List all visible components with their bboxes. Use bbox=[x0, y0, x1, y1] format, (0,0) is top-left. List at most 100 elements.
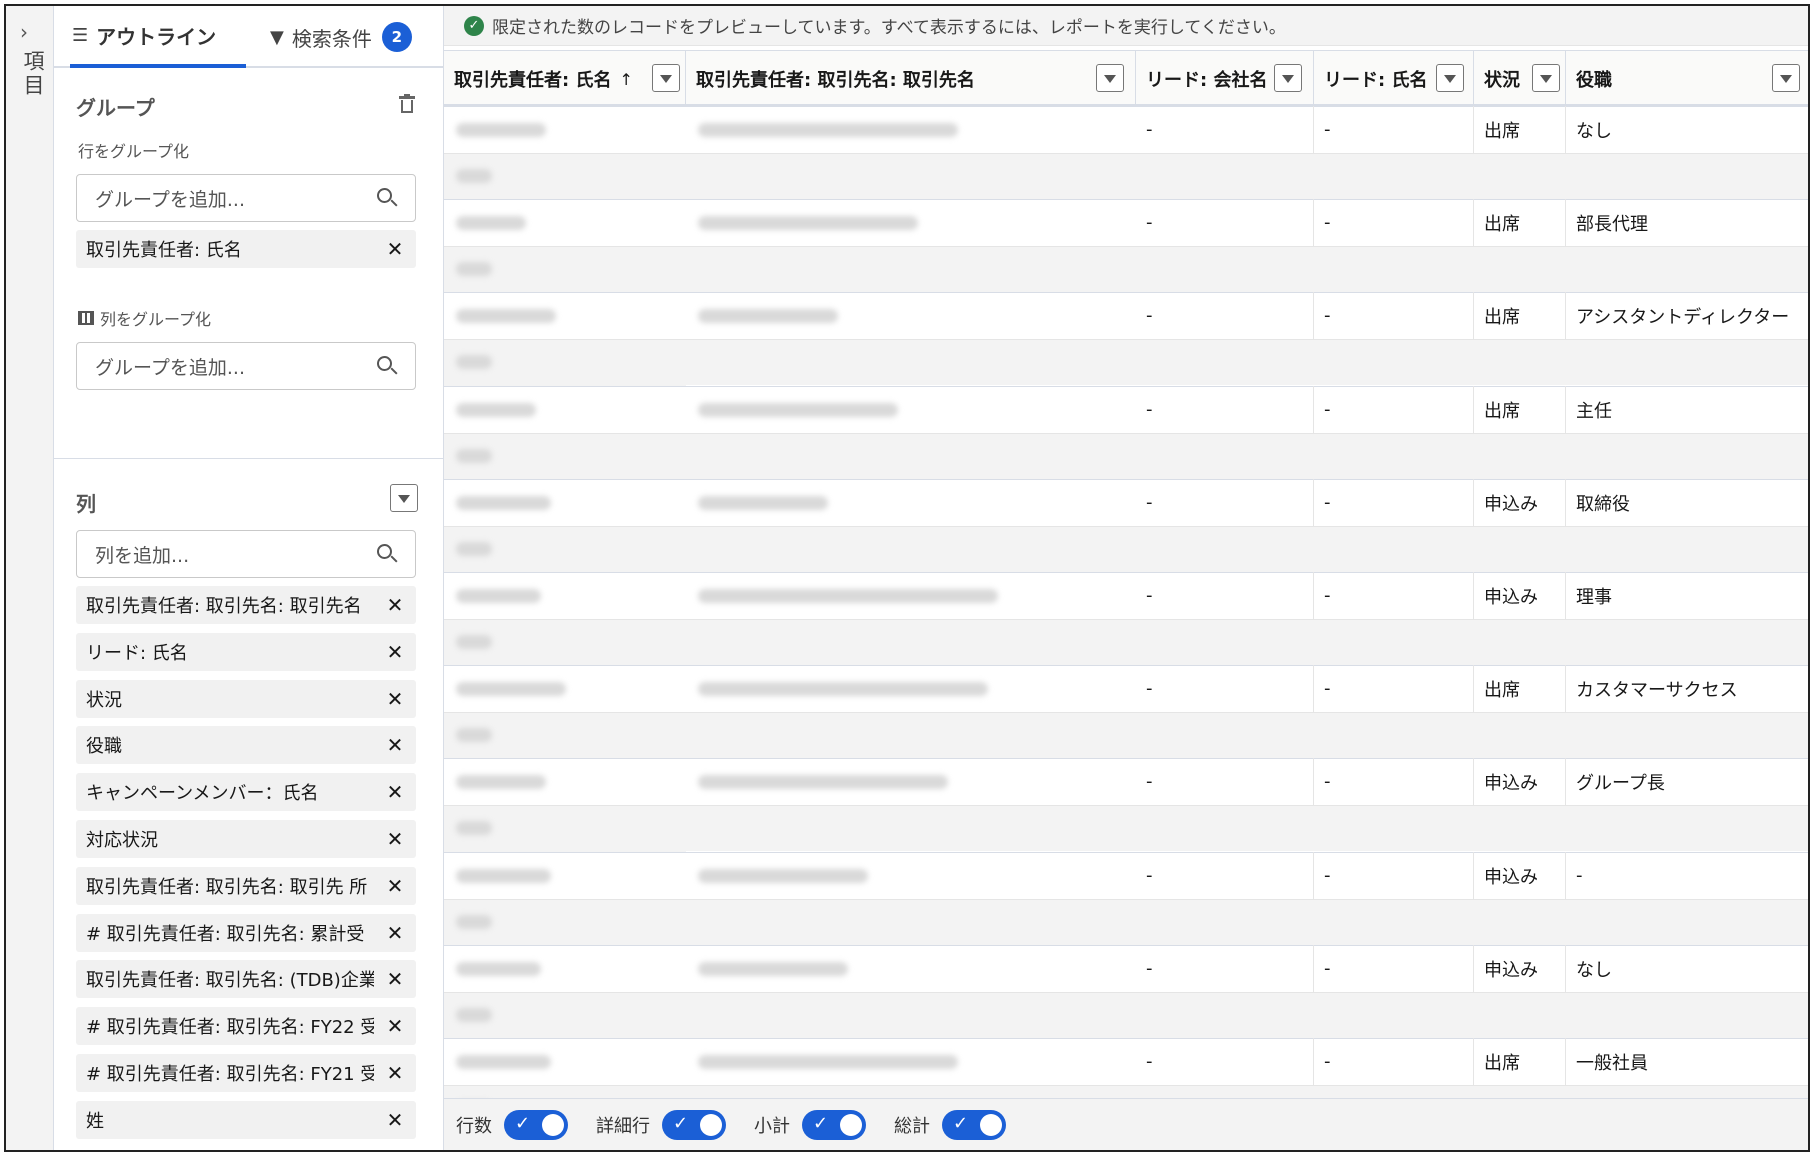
column-menu-dropdown[interactable] bbox=[652, 64, 680, 92]
table-row[interactable]: - - 出席 部長代理 bbox=[444, 199, 1808, 292]
column-item[interactable]: 取引先責任者: 取引先名: 取引先 所 ✕ bbox=[76, 867, 416, 905]
column-item[interactable]: # 取引先責任者: 取引先名: FY22 受 ✕ bbox=[76, 1007, 416, 1045]
grand-total-toggle[interactable]: ✓ bbox=[942, 1109, 1006, 1140]
column-item-label: 姓 bbox=[86, 1111, 104, 1132]
cell-lead-name: - bbox=[1314, 106, 1474, 153]
close-icon[interactable]: ✕ bbox=[384, 688, 406, 710]
row-count-label: 行数 bbox=[456, 1115, 492, 1137]
column-item[interactable]: 状況 ✕ bbox=[76, 680, 416, 718]
cell-lead-name: - bbox=[1314, 945, 1474, 992]
cell-lead-company: - bbox=[1136, 1038, 1314, 1085]
cell-lead-company: - bbox=[1136, 572, 1314, 619]
column-item-label: 取引先責任者: 取引先名: 取引先 所 bbox=[86, 877, 368, 898]
column-item-label: キャンペーンメンバー：氏名 bbox=[86, 783, 319, 804]
close-icon[interactable]: ✕ bbox=[384, 641, 406, 663]
column-item[interactable]: キャンペーンメンバー：氏名 ✕ bbox=[76, 773, 416, 811]
row-count-toggle[interactable]: ✓ bbox=[504, 1109, 568, 1140]
close-icon[interactable]: ✕ bbox=[384, 875, 406, 897]
table-row[interactable]: - - 出席 なし bbox=[444, 106, 1808, 199]
column-item[interactable]: 取引先責任者: 取引先名: 取引先名 ✕ bbox=[76, 586, 416, 624]
close-icon[interactable]: ✕ bbox=[384, 238, 406, 260]
cell-lead-company: - bbox=[1136, 852, 1314, 899]
column-menu-dropdown[interactable] bbox=[1436, 64, 1464, 92]
table-row[interactable]: - - 申込み - bbox=[444, 852, 1808, 945]
search-icon bbox=[377, 544, 399, 566]
table-row[interactable]: - - 申込み 取締役 bbox=[444, 479, 1808, 572]
redacted-contact-name bbox=[456, 589, 541, 603]
tab-filters[interactable]: ▼ 検索条件 2 bbox=[270, 6, 430, 68]
close-icon[interactable]: ✕ bbox=[384, 594, 406, 616]
redacted-contact-name bbox=[456, 869, 551, 883]
close-icon[interactable]: ✕ bbox=[384, 734, 406, 756]
column-item[interactable]: 取引先責任者: 取引先名: (TDB)企業 ✕ bbox=[76, 960, 416, 998]
column-header-status[interactable]: 状況 bbox=[1474, 51, 1566, 107]
column-menu-dropdown[interactable] bbox=[1772, 64, 1800, 92]
column-item[interactable]: # 取引先責任者: 取引先名: FY21 受 ✕ bbox=[76, 1054, 416, 1092]
column-header-title[interactable]: 役職 bbox=[1566, 51, 1808, 107]
cell-lead-company: - bbox=[1136, 665, 1314, 712]
column-item-label: # 取引先責任者: 取引先名: FY22 受 bbox=[86, 1017, 374, 1038]
close-icon[interactable]: ✕ bbox=[384, 1109, 406, 1131]
column-item[interactable]: 対応状況 ✕ bbox=[76, 820, 416, 858]
group-rows-search[interactable]: グループを追加... bbox=[76, 174, 416, 222]
column-item-label: 役職 bbox=[86, 736, 122, 757]
table-row[interactable]: - - 申込み グループ長 bbox=[444, 758, 1808, 851]
table-row[interactable]: - - 申込み なし bbox=[444, 945, 1808, 1038]
filter-icon: ▼ bbox=[270, 26, 284, 48]
cell-status: 申込み bbox=[1474, 852, 1566, 899]
subtotal-toggle[interactable]: ✓ bbox=[802, 1109, 866, 1140]
columns-search[interactable]: 列を追加... bbox=[76, 530, 416, 578]
column-menu-dropdown[interactable] bbox=[1532, 64, 1560, 92]
cell-lead-name: - bbox=[1314, 199, 1474, 246]
close-icon[interactable]: ✕ bbox=[384, 1015, 406, 1037]
group-row-item-label: 取引先責任者: 氏名 bbox=[86, 240, 242, 261]
column-item-label: 取引先責任者: 取引先名: 取引先名 bbox=[86, 596, 362, 617]
column-item[interactable]: # 取引先責任者: 取引先名: 累計受 ✕ bbox=[76, 914, 416, 952]
table-row[interactable]: - - 申込み 理事 bbox=[444, 572, 1808, 665]
redacted-account-name bbox=[698, 123, 958, 137]
close-icon[interactable]: ✕ bbox=[384, 828, 406, 850]
table-row[interactable]: - - 出席 主任 bbox=[444, 386, 1808, 479]
tab-outline[interactable]: ☰ アウトライン bbox=[70, 6, 246, 68]
cell-lead-name: - bbox=[1314, 1038, 1474, 1085]
cell-status: 申込み bbox=[1474, 479, 1566, 526]
check-circle-icon: ✓ bbox=[464, 15, 484, 36]
tab-filters-label: 検索条件 bbox=[291, 26, 372, 51]
close-icon[interactable]: ✕ bbox=[384, 1062, 406, 1084]
column-header-account-name[interactable]: 取引先責任者: 取引先名: 取引先名 bbox=[686, 51, 1136, 107]
table-row[interactable]: - - 出席 一般社員 bbox=[444, 1038, 1808, 1102]
column-item[interactable]: 役職 ✕ bbox=[76, 726, 416, 764]
chevron-right-icon[interactable]: › bbox=[20, 20, 28, 44]
trash-icon[interactable] bbox=[399, 94, 415, 114]
redacted-contact-name bbox=[456, 775, 546, 789]
column-header-contact-name[interactable]: 取引先責任者: 氏名 ↑ bbox=[444, 51, 686, 107]
cell-lead-name: - bbox=[1314, 665, 1474, 712]
group-cols-search[interactable]: グループを追加... bbox=[76, 342, 416, 390]
columns-menu-dropdown[interactable] bbox=[390, 484, 418, 512]
fields-rail-label: 項目 bbox=[21, 50, 45, 98]
column-item-label: # 取引先責任者: 取引先名: 累計受 bbox=[86, 924, 365, 945]
group-rows-placeholder: グループを追加... bbox=[95, 188, 245, 211]
fields-rail[interactable]: › 項目 bbox=[6, 6, 54, 1150]
group-row-item[interactable]: 取引先責任者: 氏名 ✕ bbox=[76, 230, 416, 268]
redacted-subvalue bbox=[456, 635, 492, 649]
cell-status: 出席 bbox=[1474, 199, 1566, 246]
columns-search-placeholder: 列を追加... bbox=[95, 544, 190, 567]
table-row[interactable]: - - 出席 アシスタントディレクター bbox=[444, 292, 1808, 385]
column-menu-dropdown[interactable] bbox=[1274, 64, 1302, 92]
column-item[interactable]: 姓 ✕ bbox=[76, 1101, 416, 1139]
sort-ascending-icon[interactable]: ↑ bbox=[619, 70, 632, 89]
column-menu-dropdown[interactable] bbox=[1096, 64, 1124, 92]
column-header-lead-name[interactable]: リード: 氏名 bbox=[1314, 51, 1474, 107]
close-icon[interactable]: ✕ bbox=[384, 922, 406, 944]
close-icon[interactable]: ✕ bbox=[384, 968, 406, 990]
detail-rows-toggle[interactable]: ✓ bbox=[662, 1109, 726, 1140]
redacted-subvalue bbox=[456, 1008, 492, 1022]
column-item[interactable]: リード: 氏名 ✕ bbox=[76, 633, 416, 671]
close-icon[interactable]: ✕ bbox=[384, 781, 406, 803]
check-icon: ✓ bbox=[953, 1112, 969, 1134]
table-row[interactable]: - - 出席 カスタマーサクセス bbox=[444, 665, 1808, 758]
redacted-account-name bbox=[698, 682, 988, 696]
redacted-account-name bbox=[698, 1055, 958, 1069]
column-header-lead-company[interactable]: リード: 会社名 bbox=[1136, 51, 1314, 107]
